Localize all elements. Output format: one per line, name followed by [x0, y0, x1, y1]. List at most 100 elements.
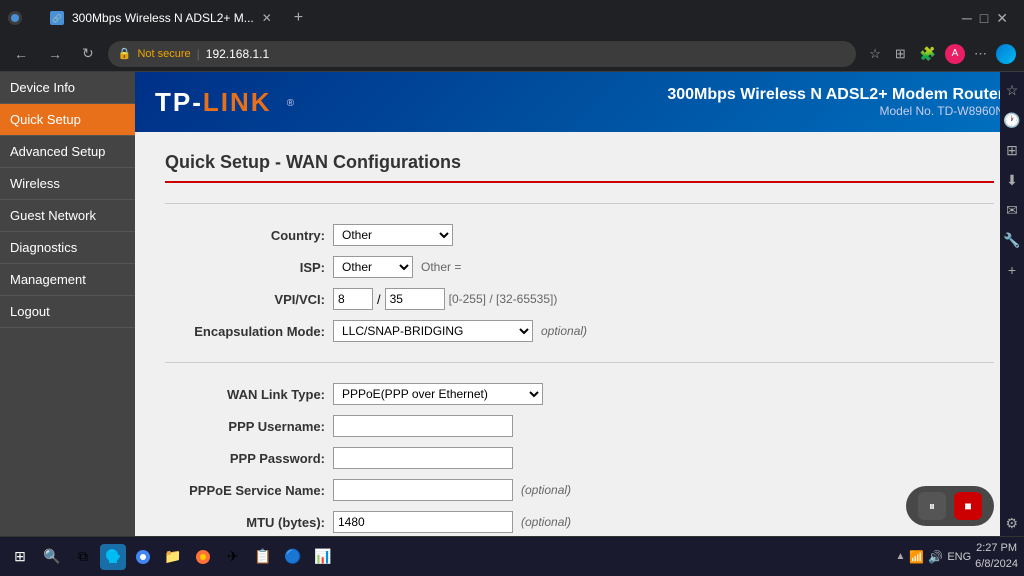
security-icon: 🔒: [118, 47, 132, 60]
ppp-password-row: PPP Password:: [165, 447, 994, 469]
taskbar-firefox[interactable]: [190, 544, 216, 570]
country-row: Country: Other: [165, 224, 994, 246]
encap-optional: optional): [541, 324, 587, 338]
encap-label: Encapsulation Mode:: [165, 324, 325, 339]
nav-icons: ☆ ⊞ 🧩 A ⋯: [864, 43, 1016, 65]
settings-icon[interactable]: ⋯: [969, 43, 992, 65]
sidebar-item-logout[interactable]: Logout: [0, 296, 135, 328]
wan-link-label: WAN Link Type:: [165, 387, 325, 402]
taskbar-misc3[interactable]: 📊: [310, 544, 336, 570]
taskbar-time-display: 2:27 PM: [975, 541, 1018, 556]
ppp-password-label: PPP Password:: [165, 451, 325, 466]
tray-lang[interactable]: ENG: [947, 551, 971, 563]
sidebar-item-quick-setup[interactable]: Quick Setup: [0, 104, 135, 136]
close-button[interactable]: ✕: [996, 10, 1008, 27]
taskbar: ⊞ 🔍 ⧉ 📁 ✈ 📋 🔵 📊 ▲ 📶 🔊 ENG 2:27 PM 6/8/20…: [0, 536, 1024, 576]
sidebar-mail-icon[interactable]: ✉: [1002, 200, 1022, 220]
tab-title: 300Mbps Wireless N ADSL2+ M...: [72, 11, 254, 25]
taskbar-misc2[interactable]: 🔵: [280, 544, 306, 570]
sidebar-item-device-info[interactable]: Device Info: [0, 72, 135, 104]
content-area: TP-LINK ® 300Mbps Wireless N ADSL2+ Mode…: [135, 72, 1024, 576]
vpivci-hint: [0-255] / [32-65535]): [449, 292, 558, 306]
sidebar-collections-icon[interactable]: ⊞: [1002, 140, 1022, 160]
sidebar-downloads-icon[interactable]: ⬇: [1002, 170, 1022, 190]
sidebar-plus-icon[interactable]: +: [1002, 260, 1022, 280]
tray-volume-icon[interactable]: 🔊: [928, 550, 943, 564]
sidebar-item-advanced-setup[interactable]: Advanced Setup: [0, 136, 135, 168]
tab-favicon: 🔗: [50, 11, 64, 25]
edge-icon: [996, 44, 1016, 64]
forward-button[interactable]: →: [42, 42, 68, 66]
sidebar-item-management[interactable]: Management: [0, 264, 135, 296]
sidebar-item-guest-network[interactable]: Guest Network: [0, 200, 135, 232]
minimize-button[interactable]: ─: [962, 10, 972, 26]
pause-recording-button[interactable]: ⏸: [918, 492, 946, 520]
address-separator: |: [197, 47, 200, 61]
sidebar-favorites-icon[interactable]: ☆: [1002, 80, 1022, 100]
pppoe-service-input[interactable]: [333, 479, 513, 501]
ppp-password-input[interactable]: [333, 447, 513, 469]
profile-button[interactable]: A: [945, 44, 965, 64]
ppp-username-row: PPP Username:: [165, 415, 994, 437]
stop-recording-button[interactable]: ■: [954, 492, 982, 520]
sidebar-item-wireless[interactable]: Wireless: [0, 168, 135, 200]
search-button[interactable]: 🔍: [38, 543, 66, 571]
encap-select[interactable]: LLC/SNAP-BRIDGING: [333, 320, 533, 342]
tray-network-icon[interactable]: 📶: [909, 550, 924, 564]
back-button[interactable]: ←: [8, 42, 34, 66]
wan-link-row: WAN Link Type: PPPoE(PPP over Ethernet): [165, 383, 994, 405]
sidebar: Device Info Quick Setup Advanced Setup W…: [0, 72, 135, 576]
mtu-input[interactable]: [333, 511, 513, 533]
vpivci-label: VPI/VCI:: [165, 292, 325, 307]
taskbar-edge[interactable]: [100, 544, 126, 570]
star-icon[interactable]: ☆: [864, 43, 886, 65]
pppoe-service-label: PPPoE Service Name:: [165, 483, 325, 498]
router-model: 300Mbps Wireless N ADSL2+ Modem Router: [667, 86, 1004, 104]
wan-config-section: Country: Other ISP: Other Other = VPI/VC…: [165, 224, 994, 342]
country-label: Country:: [165, 228, 325, 243]
new-tab-button[interactable]: +: [288, 9, 309, 27]
recording-controls: ⏸ ■: [906, 486, 994, 526]
address-text: 192.168.1.1: [206, 47, 269, 61]
isp-hint: Other =: [421, 260, 461, 274]
refresh-button[interactable]: ↻: [76, 41, 100, 66]
taskbar-chrome[interactable]: [130, 544, 156, 570]
pppoe-service-row: PPPoE Service Name: (optional): [165, 479, 994, 501]
mtu-row: MTU (bytes): (optional): [165, 511, 994, 533]
tray-arrow[interactable]: ▲: [896, 551, 906, 562]
wan-link-select[interactable]: PPPoE(PPP over Ethernet): [333, 383, 543, 405]
vpivci-separator: /: [377, 292, 381, 307]
start-button[interactable]: ⊞: [6, 543, 34, 571]
collections-icon[interactable]: ⊞: [890, 43, 911, 65]
active-tab[interactable]: 🔗 300Mbps Wireless N ADSL2+ M... ✕: [38, 4, 284, 32]
browser-sidebar: ☆ 🕐 ⊞ ⬇ ✉ 🔧 +: [1000, 72, 1024, 576]
encap-row: Encapsulation Mode: LLC/SNAP-BRIDGING op…: [165, 320, 994, 342]
page-title: Quick Setup - WAN Configurations: [165, 152, 994, 183]
sidebar-history-icon[interactable]: 🕐: [1002, 110, 1022, 130]
ppp-username-label: PPP Username:: [165, 419, 325, 434]
tplink-header: TP-LINK ® 300Mbps Wireless N ADSL2+ Mode…: [135, 72, 1024, 132]
divider-mid: [165, 362, 994, 363]
vpi-input[interactable]: [333, 288, 373, 310]
mtu-label: MTU (bytes):: [165, 515, 325, 530]
extension-icon[interactable]: 🧩: [915, 43, 941, 65]
isp-select[interactable]: Other: [333, 256, 413, 278]
country-select[interactable]: Other: [333, 224, 453, 246]
taskbar-explorer[interactable]: 📁: [160, 544, 186, 570]
taskbar-telegram[interactable]: ✈: [220, 544, 246, 570]
taskbar-misc1[interactable]: 📋: [250, 544, 276, 570]
vpivci-row: VPI/VCI: / [0-255] / [32-65535]): [165, 288, 994, 310]
maximize-button[interactable]: □: [980, 10, 988, 26]
taskbar-task-view[interactable]: ⧉: [70, 544, 96, 570]
taskbar-date-display: 6/8/2024: [975, 557, 1018, 572]
tab-close-button[interactable]: ✕: [262, 11, 272, 25]
recording-settings-icon[interactable]: ⚙: [1005, 515, 1018, 532]
vci-input[interactable]: [385, 288, 445, 310]
ppp-username-input[interactable]: [333, 415, 513, 437]
tplink-logo: TP-LINK ®: [155, 87, 296, 118]
taskbar-clock[interactable]: 2:27 PM 6/8/2024: [975, 541, 1018, 572]
address-bar[interactable]: 🔒 Not secure | 192.168.1.1: [108, 41, 857, 67]
sidebar-tools-icon[interactable]: 🔧: [1002, 230, 1022, 250]
sidebar-item-diagnostics[interactable]: Diagnostics: [0, 232, 135, 264]
divider-top: [165, 203, 994, 204]
